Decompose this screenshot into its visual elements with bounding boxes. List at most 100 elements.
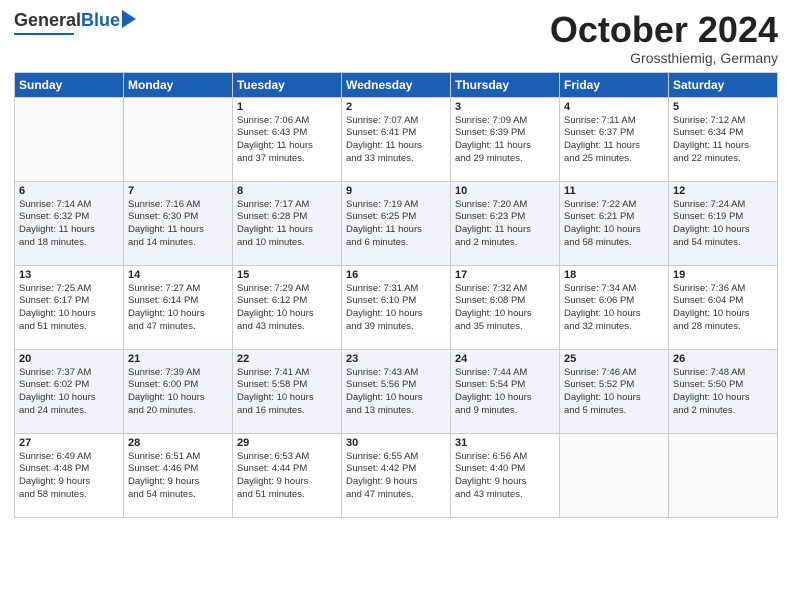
cell-content: Sunrise: 7:44 AM Sunset: 5:54 PM Dayligh… [455, 367, 555, 418]
calendar-cell: 11 Sunrise: 7:22 AM Sunset: 6:21 PM Dayli… [560, 181, 669, 265]
day-number: 4 [564, 101, 664, 113]
day-number: 14 [128, 269, 228, 281]
calendar-cell: 22 Sunrise: 7:41 AM Sunset: 5:58 PM Dayli… [233, 349, 342, 433]
cell-content: Sunrise: 7:41 AM Sunset: 5:58 PM Dayligh… [237, 367, 337, 418]
title-area: October 2024 Grossthiemig, Germany [550, 10, 778, 66]
calendar-table: SundayMondayTuesdayWednesdayThursdayFrid… [14, 72, 778, 518]
header: General Blue October 2024 Grossthiemig, … [14, 10, 778, 66]
cell-content: Sunrise: 7:16 AM Sunset: 6:30 PM Dayligh… [128, 199, 228, 250]
header-row: SundayMondayTuesdayWednesdayThursdayFrid… [15, 72, 778, 97]
week-row-3: 13 Sunrise: 7:25 AM Sunset: 6:17 PM Dayli… [15, 265, 778, 349]
cell-content: Sunrise: 6:51 AM Sunset: 4:46 PM Dayligh… [128, 451, 228, 502]
day-header-friday: Friday [560, 72, 669, 97]
cell-content: Sunrise: 7:24 AM Sunset: 6:19 PM Dayligh… [673, 199, 773, 250]
week-row-2: 6 Sunrise: 7:14 AM Sunset: 6:32 PM Daylig… [15, 181, 778, 265]
cell-content: Sunrise: 7:22 AM Sunset: 6:21 PM Dayligh… [564, 199, 664, 250]
cell-content: Sunrise: 7:19 AM Sunset: 6:25 PM Dayligh… [346, 199, 446, 250]
cell-content: Sunrise: 7:48 AM Sunset: 5:50 PM Dayligh… [673, 367, 773, 418]
day-number: 26 [673, 353, 773, 365]
day-number: 3 [455, 101, 555, 113]
cell-content: Sunrise: 7:34 AM Sunset: 6:06 PM Dayligh… [564, 283, 664, 334]
calendar-cell [669, 433, 778, 517]
day-number: 27 [19, 437, 119, 449]
logo-blue-text: Blue [81, 10, 120, 31]
day-number: 18 [564, 269, 664, 281]
day-header-thursday: Thursday [451, 72, 560, 97]
day-number: 16 [346, 269, 446, 281]
week-row-5: 27Sunrise: 6:49 AM Sunset: 4:48 PM Dayli… [15, 433, 778, 517]
calendar-cell: 25Sunrise: 7:46 AM Sunset: 5:52 PM Dayli… [560, 349, 669, 433]
calendar-cell: 30Sunrise: 6:55 AM Sunset: 4:42 PM Dayli… [342, 433, 451, 517]
calendar-cell [560, 433, 669, 517]
calendar-cell: 27Sunrise: 6:49 AM Sunset: 4:48 PM Dayli… [15, 433, 124, 517]
cell-content: Sunrise: 7:11 AM Sunset: 6:37 PM Dayligh… [564, 115, 664, 166]
calendar-cell: 17 Sunrise: 7:32 AM Sunset: 6:08 PM Dayli… [451, 265, 560, 349]
calendar-cell: 3 Sunrise: 7:09 AM Sunset: 6:39 PM Daylig… [451, 97, 560, 181]
day-number: 31 [455, 437, 555, 449]
day-number: 11 [564, 185, 664, 197]
cell-content: Sunrise: 7:12 AM Sunset: 6:34 PM Dayligh… [673, 115, 773, 166]
cell-content: Sunrise: 7:25 AM Sunset: 6:17 PM Dayligh… [19, 283, 119, 334]
day-number: 22 [237, 353, 337, 365]
calendar-cell: 6 Sunrise: 7:14 AM Sunset: 6:32 PM Daylig… [15, 181, 124, 265]
calendar-body: 1Sunrise: 7:06 AM Sunset: 6:43 PM Daylig… [15, 97, 778, 517]
cell-content: Sunrise: 7:06 AM Sunset: 6:43 PM Dayligh… [237, 115, 337, 166]
logo-line [14, 33, 74, 35]
day-number: 13 [19, 269, 119, 281]
calendar-cell: 18 Sunrise: 7:34 AM Sunset: 6:06 PM Dayli… [560, 265, 669, 349]
logo-general-text: General [14, 10, 81, 31]
calendar-cell: 7 Sunrise: 7:16 AM Sunset: 6:30 PM Daylig… [124, 181, 233, 265]
page-container: General Blue October 2024 Grossthiemig, … [0, 0, 792, 524]
calendar-cell: 9 Sunrise: 7:19 AM Sunset: 6:25 PM Daylig… [342, 181, 451, 265]
calendar-cell: 24Sunrise: 7:44 AM Sunset: 5:54 PM Dayli… [451, 349, 560, 433]
day-number: 28 [128, 437, 228, 449]
day-header-sunday: Sunday [15, 72, 124, 97]
cell-content: Sunrise: 7:14 AM Sunset: 6:32 PM Dayligh… [19, 199, 119, 250]
calendar-cell: 28 Sunrise: 6:51 AM Sunset: 4:46 PM Dayli… [124, 433, 233, 517]
day-header-monday: Monday [124, 72, 233, 97]
calendar-cell: 31Sunrise: 6:56 AM Sunset: 4:40 PM Dayli… [451, 433, 560, 517]
logo-arrow-icon [122, 10, 136, 28]
cell-content: Sunrise: 7:36 AM Sunset: 6:04 PM Dayligh… [673, 283, 773, 334]
cell-content: Sunrise: 6:53 AM Sunset: 4:44 PM Dayligh… [237, 451, 337, 502]
calendar-cell: 21Sunrise: 7:39 AM Sunset: 6:00 PM Dayli… [124, 349, 233, 433]
cell-content: Sunrise: 7:29 AM Sunset: 6:12 PM Dayligh… [237, 283, 337, 334]
cell-content: Sunrise: 7:09 AM Sunset: 6:39 PM Dayligh… [455, 115, 555, 166]
week-row-1: 1Sunrise: 7:06 AM Sunset: 6:43 PM Daylig… [15, 97, 778, 181]
calendar-cell: 1Sunrise: 7:06 AM Sunset: 6:43 PM Daylig… [233, 97, 342, 181]
day-number: 19 [673, 269, 773, 281]
calendar-cell: 4 Sunrise: 7:11 AM Sunset: 6:37 PM Daylig… [560, 97, 669, 181]
day-number: 30 [346, 437, 446, 449]
cell-content: Sunrise: 7:27 AM Sunset: 6:14 PM Dayligh… [128, 283, 228, 334]
cell-content: Sunrise: 7:32 AM Sunset: 6:08 PM Dayligh… [455, 283, 555, 334]
day-number: 17 [455, 269, 555, 281]
cell-content: Sunrise: 7:43 AM Sunset: 5:56 PM Dayligh… [346, 367, 446, 418]
calendar-cell [15, 97, 124, 181]
calendar-cell: 8Sunrise: 7:17 AM Sunset: 6:28 PM Daylig… [233, 181, 342, 265]
calendar-cell: 23Sunrise: 7:43 AM Sunset: 5:56 PM Dayli… [342, 349, 451, 433]
cell-content: Sunrise: 7:07 AM Sunset: 6:41 PM Dayligh… [346, 115, 446, 166]
day-number: 7 [128, 185, 228, 197]
cell-content: Sunrise: 7:17 AM Sunset: 6:28 PM Dayligh… [237, 199, 337, 250]
calendar-cell: 12Sunrise: 7:24 AM Sunset: 6:19 PM Dayli… [669, 181, 778, 265]
cell-content: Sunrise: 7:31 AM Sunset: 6:10 PM Dayligh… [346, 283, 446, 334]
day-header-tuesday: Tuesday [233, 72, 342, 97]
calendar-cell: 29Sunrise: 6:53 AM Sunset: 4:44 PM Dayli… [233, 433, 342, 517]
cell-content: Sunrise: 7:20 AM Sunset: 6:23 PM Dayligh… [455, 199, 555, 250]
day-number: 20 [19, 353, 119, 365]
calendar-cell: 2Sunrise: 7:07 AM Sunset: 6:41 PM Daylig… [342, 97, 451, 181]
calendar-cell: 15 Sunrise: 7:29 AM Sunset: 6:12 PM Dayli… [233, 265, 342, 349]
calendar-header: SundayMondayTuesdayWednesdayThursdayFrid… [15, 72, 778, 97]
cell-content: Sunrise: 7:46 AM Sunset: 5:52 PM Dayligh… [564, 367, 664, 418]
month-title: October 2024 [550, 10, 778, 50]
cell-content: Sunrise: 7:37 AM Sunset: 6:02 PM Dayligh… [19, 367, 119, 418]
day-number: 9 [346, 185, 446, 197]
calendar-cell: 20 Sunrise: 7:37 AM Sunset: 6:02 PM Dayli… [15, 349, 124, 433]
day-number: 6 [19, 185, 119, 197]
day-header-wednesday: Wednesday [342, 72, 451, 97]
calendar-cell: 19 Sunrise: 7:36 AM Sunset: 6:04 PM Dayli… [669, 265, 778, 349]
calendar-cell: 13 Sunrise: 7:25 AM Sunset: 6:17 PM Dayli… [15, 265, 124, 349]
day-number: 5 [673, 101, 773, 113]
day-number: 15 [237, 269, 337, 281]
cell-content: Sunrise: 7:39 AM Sunset: 6:00 PM Dayligh… [128, 367, 228, 418]
